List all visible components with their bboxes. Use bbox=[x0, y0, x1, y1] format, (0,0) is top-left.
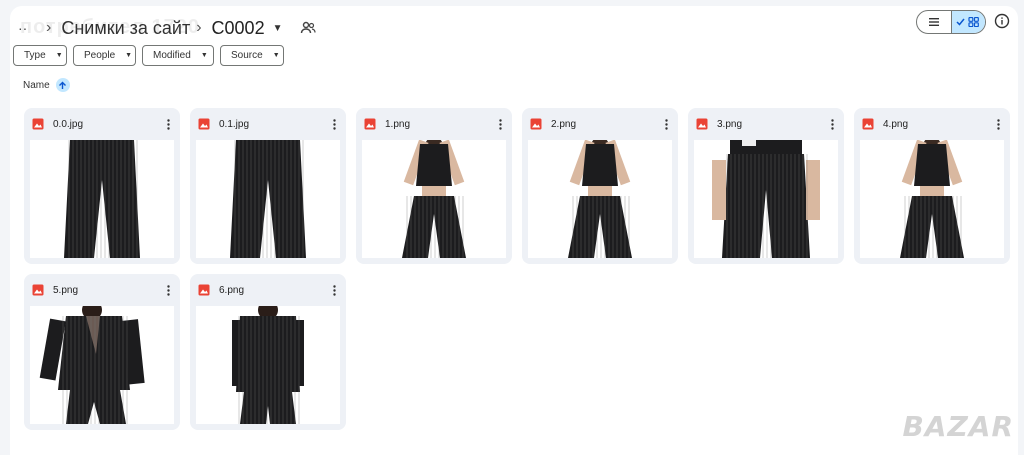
file-name: 0.1.jpg bbox=[219, 118, 250, 130]
filter-chip-label: People bbox=[84, 50, 116, 61]
more-options-icon[interactable] bbox=[328, 117, 340, 131]
thumbnail-image-pants bbox=[230, 140, 306, 258]
sort-column-label[interactable]: Name bbox=[23, 80, 50, 91]
thumbnail-image-vest-outfit bbox=[402, 140, 466, 258]
grid-view-button[interactable] bbox=[950, 11, 985, 33]
file-name: 6.png bbox=[219, 284, 245, 296]
breadcrumb-parent-folder[interactable]: Снимки за сайт bbox=[61, 18, 190, 39]
caret-down-icon: ▼ bbox=[55, 52, 63, 59]
filter-chip-label: Modified bbox=[153, 50, 191, 61]
image-file-icon bbox=[696, 118, 708, 130]
thumbnail-image-pants-closeup bbox=[712, 140, 820, 258]
file-card-header: 0.0.jpg bbox=[32, 114, 174, 134]
file-name: 1.png bbox=[385, 118, 411, 130]
current-folder-label: С0002 bbox=[211, 17, 265, 38]
file-name: 4.png bbox=[883, 118, 909, 130]
image-file-icon bbox=[32, 284, 44, 296]
image-file-icon bbox=[364, 118, 376, 130]
file-thumbnail[interactable] bbox=[196, 140, 340, 258]
file-card[interactable]: 2.png bbox=[522, 108, 678, 264]
more-options-icon[interactable] bbox=[328, 283, 340, 297]
file-name: 2.png bbox=[551, 118, 577, 130]
vertical-dots-icon bbox=[332, 118, 336, 130]
chevron-right-icon: › bbox=[196, 19, 202, 36]
file-name: 0.0.jpg bbox=[53, 118, 84, 130]
vertical-dots-icon bbox=[498, 118, 502, 130]
file-card-header: 0.1.jpg bbox=[198, 114, 340, 134]
vertical-dots-icon bbox=[166, 118, 170, 130]
caret-down-icon: ▼ bbox=[125, 52, 133, 59]
filter-chip-type[interactable]: Type ▼ bbox=[13, 45, 67, 66]
vertical-dots-icon bbox=[996, 118, 1000, 130]
caret-down-icon: ▼ bbox=[272, 52, 280, 59]
file-card[interactable]: 0.0.jpg bbox=[24, 108, 180, 264]
file-card-header: 4.png bbox=[862, 114, 1004, 134]
arrow-up-icon bbox=[59, 81, 67, 89]
breadcrumb: ·· › Снимки за сайт › С0002 ▼ bbox=[18, 14, 1010, 42]
breadcrumb-current-folder[interactable]: С0002 ▼ bbox=[212, 18, 283, 39]
file-card[interactable]: 5.png bbox=[24, 274, 180, 430]
more-options-icon[interactable] bbox=[660, 117, 672, 131]
caret-down-icon: ▼ bbox=[200, 52, 208, 59]
file-thumbnail[interactable] bbox=[30, 306, 174, 424]
caret-down-icon: ▼ bbox=[272, 22, 283, 34]
file-thumbnail[interactable] bbox=[30, 140, 174, 258]
file-card-header: 3.png bbox=[696, 114, 838, 134]
list-icon bbox=[928, 18, 939, 26]
file-card[interactable]: 3.png bbox=[688, 108, 844, 264]
thumbnail-image-pants bbox=[64, 140, 140, 258]
more-options-icon[interactable] bbox=[992, 117, 1004, 131]
image-file-icon bbox=[530, 118, 542, 130]
file-thumbnail[interactable] bbox=[860, 140, 1004, 258]
vertical-dots-icon bbox=[664, 118, 668, 130]
sort-header: Name bbox=[23, 78, 70, 92]
check-grid-icon bbox=[956, 17, 980, 27]
file-name: 3.png bbox=[717, 118, 743, 130]
file-card[interactable]: 0.1.jpg bbox=[190, 108, 346, 264]
image-file-icon bbox=[198, 284, 210, 296]
file-thumbnail[interactable] bbox=[196, 306, 340, 424]
filter-chip-label: Source bbox=[231, 50, 263, 61]
filter-chips: Type ▼ People ▼ Modified ▼ Source ▼ bbox=[13, 45, 284, 66]
breadcrumb-ellipsis[interactable]: ·· bbox=[18, 20, 40, 36]
file-card-header: 2.png bbox=[530, 114, 672, 134]
view-toggle bbox=[916, 10, 986, 34]
shared-people-icon[interactable] bbox=[300, 20, 317, 36]
vertical-dots-icon bbox=[332, 284, 336, 296]
file-thumbnail[interactable] bbox=[528, 140, 672, 258]
vertical-dots-icon bbox=[166, 284, 170, 296]
file-card[interactable]: 1.png bbox=[356, 108, 512, 264]
sort-direction-button[interactable] bbox=[55, 78, 70, 92]
filter-chip-label: Type bbox=[24, 50, 46, 61]
thumbnail-image-blazer-front bbox=[39, 306, 145, 424]
more-options-icon[interactable] bbox=[826, 117, 838, 131]
more-options-icon[interactable] bbox=[162, 283, 174, 297]
filter-chip-modified[interactable]: Modified ▼ bbox=[142, 45, 214, 66]
file-thumbnail[interactable] bbox=[362, 140, 506, 258]
chevron-right-icon: › bbox=[46, 19, 52, 36]
image-file-icon bbox=[862, 118, 874, 130]
file-card-header: 1.png bbox=[364, 114, 506, 134]
file-card[interactable]: 4.png bbox=[854, 108, 1010, 264]
bazar-watermark: BAZAR bbox=[902, 410, 1014, 443]
file-card[interactable]: 6.png bbox=[190, 274, 346, 430]
info-icon[interactable] bbox=[994, 13, 1010, 29]
file-name: 5.png bbox=[53, 284, 79, 296]
thumbnail-image-vest-outfit bbox=[900, 140, 964, 258]
image-file-icon bbox=[32, 118, 44, 130]
vertical-dots-icon bbox=[830, 118, 834, 130]
thumbnail-image-blazer-back bbox=[232, 306, 304, 424]
list-view-button[interactable] bbox=[917, 11, 951, 33]
file-card-header: 6.png bbox=[198, 280, 340, 300]
image-file-icon bbox=[198, 118, 210, 130]
thumbnail-image-vest-outfit bbox=[568, 140, 632, 258]
more-options-icon[interactable] bbox=[494, 117, 506, 131]
filter-chip-source[interactable]: Source ▼ bbox=[220, 45, 284, 66]
file-thumbnail[interactable] bbox=[694, 140, 838, 258]
more-options-icon[interactable] bbox=[162, 117, 174, 131]
filter-chip-people[interactable]: People ▼ bbox=[73, 45, 136, 66]
file-card-header: 5.png bbox=[32, 280, 174, 300]
